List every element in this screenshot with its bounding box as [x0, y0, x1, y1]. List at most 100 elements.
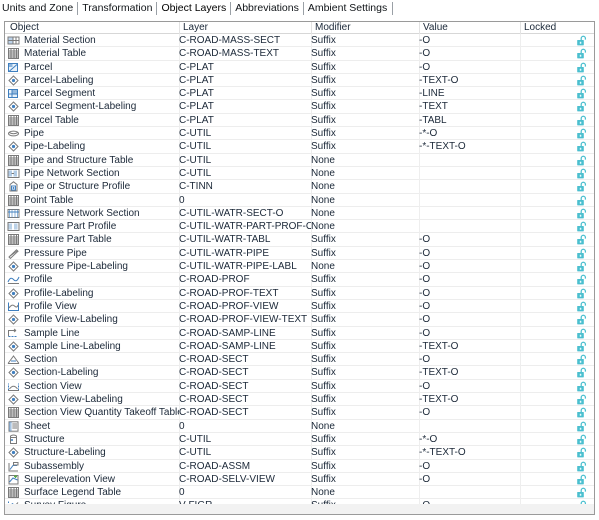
cell-object[interactable]: Parcel: [24, 61, 179, 74]
table-row[interactable]: Section View-Labeling C-ROAD-SECT Suffix -T…: [5, 393, 594, 407]
cell-modifier[interactable]: Suffix: [311, 87, 419, 100]
table-row[interactable]: Section-Labeling C-ROAD-SECT Suffix -TEXT-O: [5, 366, 594, 380]
cell-value[interactable]: -O: [419, 327, 519, 340]
cell-layer[interactable]: C-UTIL: [179, 127, 311, 140]
unlocked-icon[interactable]: [576, 487, 588, 499]
cell-modifier[interactable]: Suffix: [311, 353, 419, 366]
cell-modifier[interactable]: None: [311, 154, 419, 167]
cell-modifier[interactable]: Suffix: [311, 61, 419, 74]
cell-object[interactable]: Superelevation View: [24, 473, 179, 486]
table-row[interactable]: Parcel-Labeling C-PLAT Suffix -TEXT-O: [5, 73, 594, 88]
cell-object[interactable]: Pressure Pipe-Labeling: [24, 260, 179, 273]
cell-layer[interactable]: C-UTIL-WATR-TABL: [179, 233, 311, 246]
cell-value[interactable]: [419, 167, 519, 180]
cell-value[interactable]: -O: [419, 300, 519, 313]
unlocked-icon[interactable]: [576, 181, 588, 193]
unlocked-icon[interactable]: [576, 407, 588, 419]
cell-modifier[interactable]: Suffix: [311, 460, 419, 473]
cell-layer[interactable]: C-ROAD-SECT: [179, 406, 311, 419]
unlocked-icon[interactable]: [576, 221, 588, 233]
unlocked-icon[interactable]: [576, 234, 588, 246]
cell-layer[interactable]: C-ROAD-SECT: [179, 366, 311, 379]
unlocked-icon[interactable]: [576, 394, 588, 406]
cell-object[interactable]: Profile View-Labeling: [24, 313, 179, 326]
table-row[interactable]: Structure-Labeling C-UTIL Suffix -*-TEXT-O: [5, 446, 594, 460]
cell-value[interactable]: -TABL: [419, 114, 519, 127]
unlocked-icon[interactable]: [576, 88, 588, 100]
cell-object[interactable]: Profile: [24, 273, 179, 286]
unlocked-icon[interactable]: [576, 48, 588, 60]
cell-layer[interactable]: 0: [179, 420, 311, 433]
table-row[interactable]: Pipe Network Section C-UTIL None: [5, 166, 594, 181]
unlocked-icon[interactable]: [576, 141, 588, 153]
table-row[interactable]: Material Section C-ROAD-MASS-SECT Suffix -O: [5, 34, 594, 48]
table-row[interactable]: Pipe or Structure Profile C-TINN None: [5, 180, 594, 194]
cell-object[interactable]: Parcel Segment-Labeling: [24, 100, 179, 113]
cell-layer[interactable]: C-UTIL-WATR-SECT-O: [179, 207, 311, 220]
cell-value[interactable]: -*-TEXT-O: [419, 140, 519, 153]
table-row[interactable]: Point Table 0 None: [5, 193, 594, 207]
cell-object[interactable]: Pipe: [24, 127, 179, 140]
cell-modifier[interactable]: Suffix: [311, 140, 419, 153]
cell-modifier[interactable]: Suffix: [311, 473, 419, 486]
cell-layer[interactable]: C-UTIL-WATR-PIPE-LABL: [179, 260, 311, 273]
cell-value[interactable]: [419, 154, 519, 167]
cell-layer[interactable]: C-UTIL-WATR-PART-PROF-O: [179, 220, 311, 233]
cell-value[interactable]: -TEXT-O: [419, 340, 519, 353]
table-row[interactable]: Subassembly C-ROAD-ASSM Suffix -O: [5, 459, 594, 473]
cell-modifier[interactable]: Suffix: [311, 313, 419, 326]
unlocked-icon[interactable]: [576, 314, 588, 326]
cell-modifier[interactable]: Suffix: [311, 233, 419, 246]
unlocked-icon[interactable]: [576, 128, 588, 140]
cell-modifier[interactable]: Suffix: [311, 47, 419, 60]
table-row[interactable]: Pipe-Labeling C-UTIL Suffix -*-TEXT-O: [5, 140, 594, 154]
cell-value[interactable]: -*-TEXT-O: [419, 446, 519, 459]
cell-modifier[interactable]: Suffix: [311, 74, 419, 87]
unlocked-icon[interactable]: [576, 155, 588, 167]
cell-layer[interactable]: C-TINN: [179, 180, 311, 193]
cell-value[interactable]: -TEXT-O: [419, 366, 519, 379]
table-row[interactable]: Surface Legend Table 0 None: [5, 486, 594, 500]
cell-modifier[interactable]: None: [311, 486, 419, 499]
cell-value[interactable]: -O: [419, 233, 519, 246]
cell-layer[interactable]: C-PLAT: [179, 61, 311, 74]
column-header-object[interactable]: Object: [7, 22, 179, 34]
cell-value[interactable]: -O: [419, 473, 519, 486]
cell-layer[interactable]: C-UTIL: [179, 140, 311, 153]
table-row[interactable]: Parcel Segment C-PLAT Suffix -LINE: [5, 87, 594, 101]
column-header-value[interactable]: Value: [420, 22, 520, 34]
cell-object[interactable]: Sample Line-Labeling: [24, 340, 179, 353]
cell-modifier[interactable]: Suffix: [311, 327, 419, 340]
unlocked-icon[interactable]: [576, 341, 588, 353]
table-row[interactable]: Sample Line-Labeling C-ROAD-SAMP-LINE Suff…: [5, 339, 594, 354]
cell-value[interactable]: -O: [419, 260, 519, 273]
unlocked-icon[interactable]: [576, 62, 588, 74]
cell-value[interactable]: [419, 420, 519, 433]
cell-modifier[interactable]: Suffix: [311, 114, 419, 127]
cell-modifier[interactable]: Suffix: [311, 380, 419, 393]
table-row[interactable]: Pressure Pipe C-UTIL-WATR-PIPE Suffix -O: [5, 246, 594, 261]
cell-layer[interactable]: C-UTIL-WATR-PIPE: [179, 247, 311, 260]
table-row[interactable]: Profile-Labeling C-ROAD-PROF-TEXT Suffix -O: [5, 286, 594, 300]
unlocked-icon[interactable]: [576, 474, 588, 486]
cell-object[interactable]: Pipe and Structure Table: [24, 154, 179, 167]
cell-value[interactable]: -O: [419, 353, 519, 366]
table-row[interactable]: Pressure Part Profile C-UTIL-WATR-PART-PR…: [5, 220, 594, 234]
cell-object[interactable]: Section-Labeling: [24, 366, 179, 379]
cell-layer[interactable]: C-ROAD-MASS-SECT: [179, 34, 311, 47]
unlocked-icon[interactable]: [576, 354, 588, 366]
cell-modifier[interactable]: Suffix: [311, 34, 419, 47]
cell-object[interactable]: Pipe or Structure Profile: [24, 180, 179, 193]
unlocked-icon[interactable]: [576, 434, 588, 446]
unlocked-icon[interactable]: [576, 75, 588, 87]
cell-layer[interactable]: C-ROAD-SAMP-LINE: [179, 327, 311, 340]
cell-object[interactable]: Structure-Labeling: [24, 446, 179, 459]
cell-object[interactable]: Section View-Labeling: [24, 393, 179, 406]
unlocked-icon[interactable]: [576, 461, 588, 473]
cell-object[interactable]: Pressure Network Section: [24, 207, 179, 220]
cell-value[interactable]: [419, 220, 519, 233]
cell-object[interactable]: Material Table: [24, 47, 179, 60]
cell-layer[interactable]: C-PLAT: [179, 100, 311, 113]
table-row[interactable]: Structure C-UTIL Suffix -*-O: [5, 432, 594, 447]
tab-abbreviations[interactable]: Abbreviations: [230, 1, 304, 16]
